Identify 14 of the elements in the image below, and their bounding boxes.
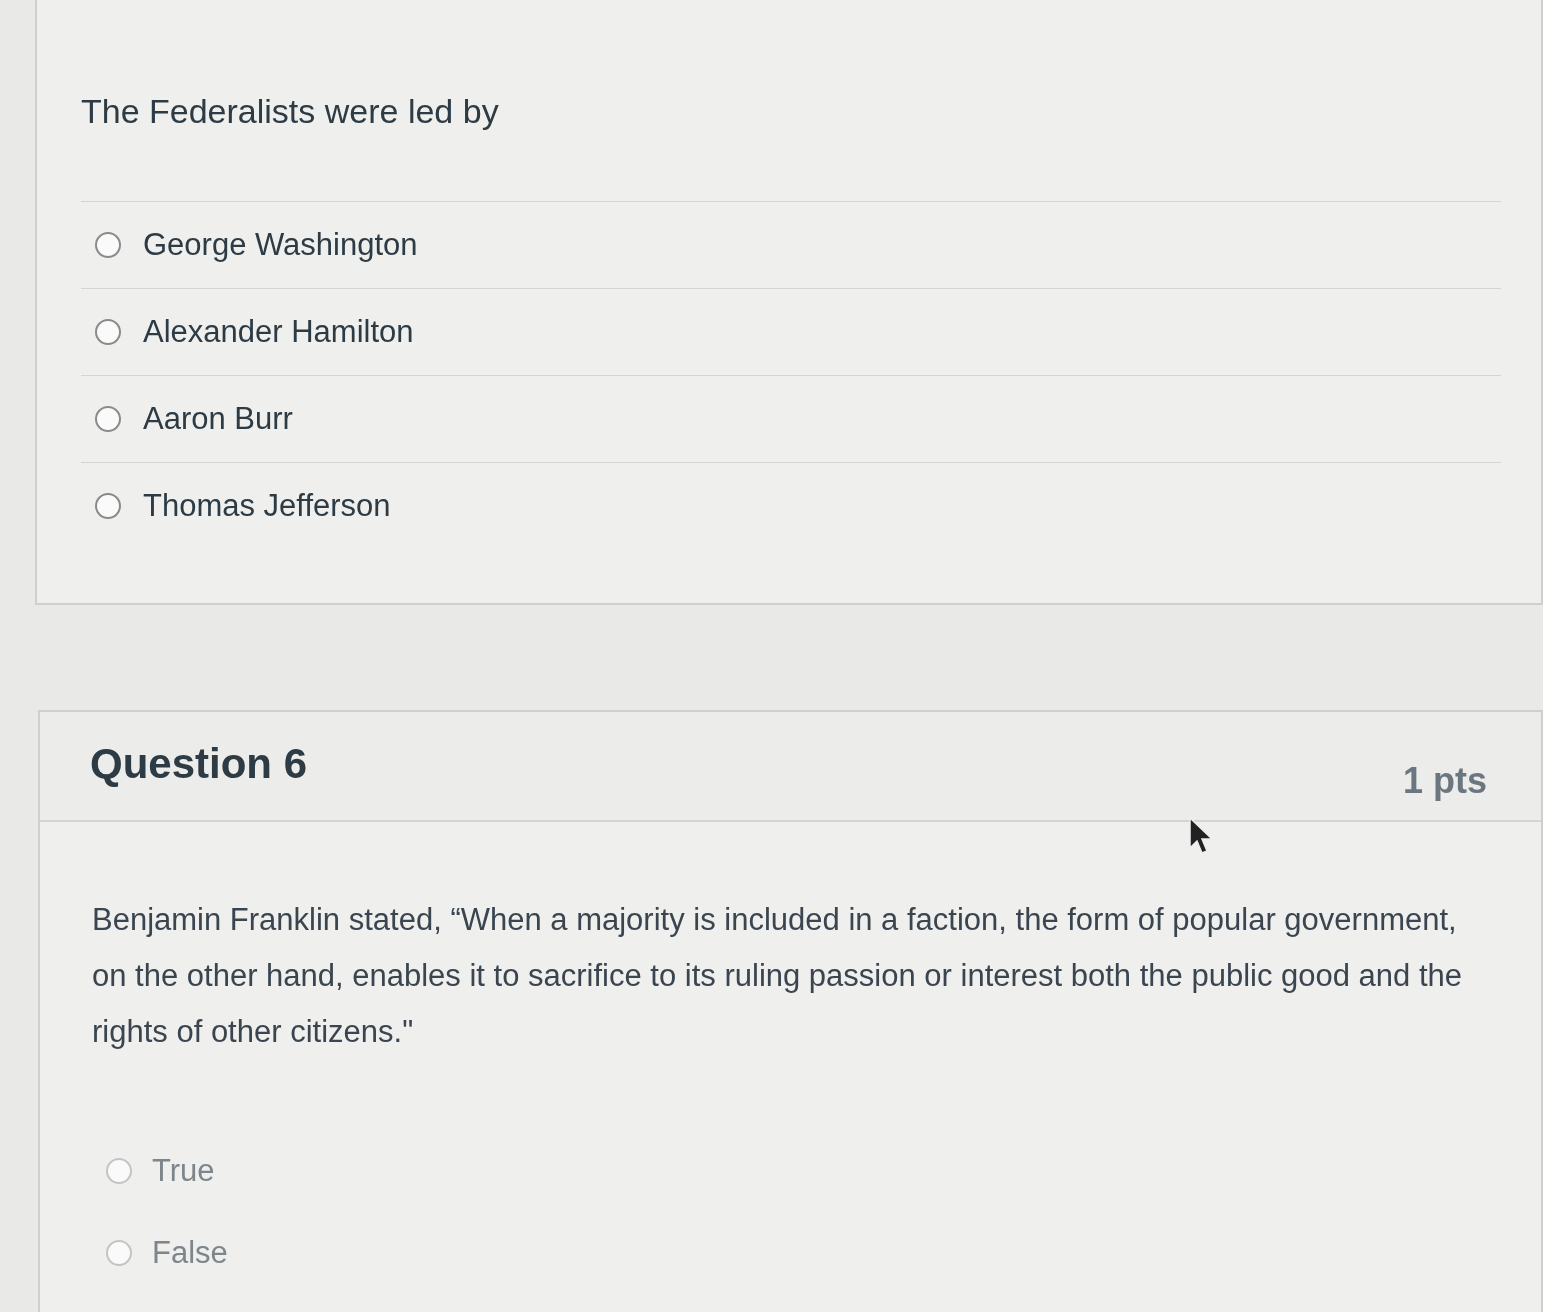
points-label: 1 pts <box>1402 760 1487 802</box>
answer-label[interactable]: Thomas Jefferson <box>143 488 391 524</box>
radio-button[interactable] <box>106 1240 132 1266</box>
question-title: Question 6 <box>90 740 308 788</box>
question-text: Benjamin Franklin stated, “When a majority is included in a faction, the form of popular government, on the other hand, enables it to sacrifice to its ruling passion or interest both the public good and the rights of other citizens." <box>92 901 1464 1051</box>
radio-button[interactable] <box>95 319 121 345</box>
answer-label[interactable]: Alexander Hamilton <box>143 314 414 350</box>
radio-button[interactable] <box>95 232 121 258</box>
answer-label[interactable]: George Washington <box>143 227 418 263</box>
radio-button[interactable] <box>106 1158 132 1184</box>
radio-button[interactable] <box>95 406 121 432</box>
answer-label[interactable]: Aaron Burr <box>143 401 293 437</box>
radio-button[interactable] <box>95 493 121 519</box>
question-text: The Federalists were led by <box>81 92 500 131</box>
